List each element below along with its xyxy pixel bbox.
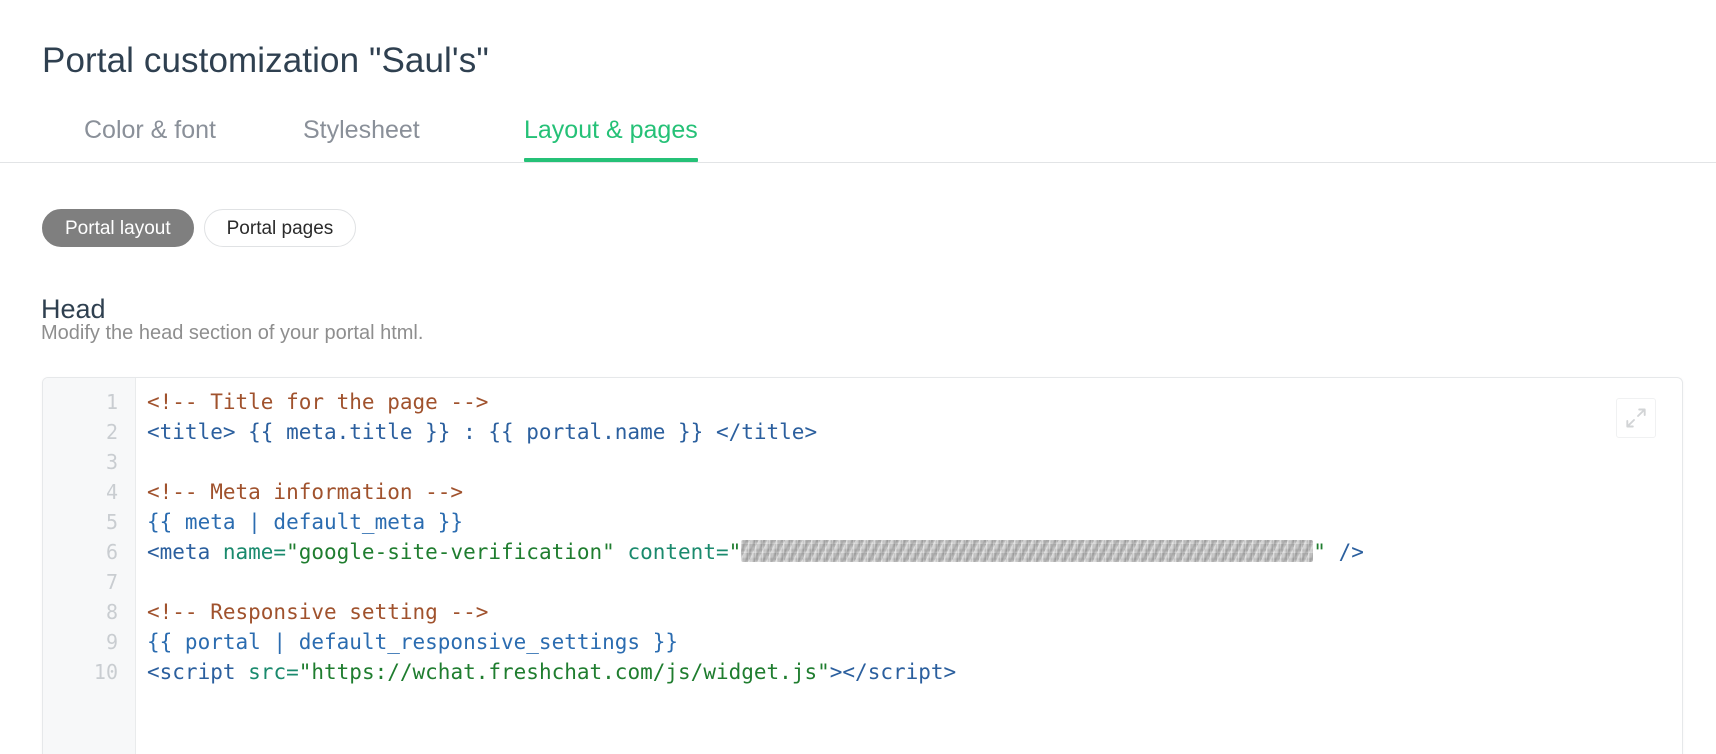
active-tab-indicator [524,158,698,162]
code-tag-close: /> [1325,540,1364,564]
line-number: 5 [105,510,118,534]
code-string: " [728,540,742,564]
code-attribute: content= [614,540,729,564]
code-string: "https://wchat.freshchat.com/js/widget.j… [298,660,830,684]
code-markup: <title> {{ meta.title }} : {{ portal.nam… [147,420,818,444]
section-heading-head: Head [41,294,106,325]
code-line: <!-- Meta information --> [147,477,1682,507]
line-number: 8 [105,600,118,624]
code-attribute: src= [235,660,299,684]
tab-color-and-font[interactable]: Color & font [84,98,216,162]
pill-portal-layout[interactable]: Portal layout [42,209,194,247]
line-number: 2 [105,420,118,444]
code-tag-gt: > [829,660,843,684]
line-number: 10 [93,660,118,684]
editor-code-area[interactable]: <!-- Title for the page --> <title> {{ m… [137,378,1682,754]
line-number: 6 [105,540,118,564]
code-line: {{ meta | default_meta }} [147,507,1682,537]
code-comment: <!-- Title for the page --> [147,390,489,414]
line-number: 9 [105,630,118,654]
tab-label: Color & font [84,116,217,144]
code-template-expression: {{ portal | default_responsive_settings … [147,630,679,654]
tab-label: Layout & pages [524,116,698,144]
pill-portal-pages[interactable]: Portal pages [203,209,357,247]
code-line-meta-verification: <meta name="google-site-verification" co… [147,537,1682,567]
tab-layout-and-pages[interactable]: Layout & pages [524,98,698,162]
line-number: 4 [105,480,118,504]
page-title: Portal customization "Saul's" [42,41,489,81]
code-line-script-tag: <script src="https://wchat.freshchat.com… [147,657,1682,687]
head-code-editor[interactable]: 1 2 3 4 5 6 7 8 9 10 <!-- Title for the … [42,377,1683,754]
code-tag-close: </script> [842,660,957,684]
tab-label: Stylesheet [303,116,420,144]
expand-arrows-icon[interactable] [1616,398,1656,438]
editor-line-number-gutter: 1 2 3 4 5 6 7 8 9 10 [43,378,136,754]
code-comment: <!-- Responsive setting --> [147,600,489,624]
code-template-expression: {{ meta | default_meta }} [147,510,464,534]
code-line: <title> {{ meta.title }} : {{ portal.nam… [147,417,1682,447]
code-string: " [1313,540,1326,564]
line-number: 3 [105,450,118,474]
code-comment: <!-- Meta information --> [147,480,464,504]
portal-customization-page: Portal customization "Saul's" Color & fo… [0,0,1716,754]
code-tag: <meta [147,540,211,564]
code-line: {{ portal | default_responsive_settings … [147,627,1682,657]
code-line: <!-- Responsive setting --> [147,597,1682,627]
layout-mode-toggle-group: Portal layout Portal pages [42,209,357,247]
tab-bar-divider [0,162,1716,163]
section-description: Modify the head section of your portal h… [41,322,424,344]
tab-bar: Color & font Stylesheet Layout & pages [0,98,1716,164]
tab-stylesheet[interactable]: Stylesheet [303,98,420,162]
line-number: 7 [105,570,118,594]
code-line: <!-- Title for the page --> [147,387,1682,417]
code-attribute: name= [210,540,287,564]
redacted-value [741,540,1314,562]
code-tag: <script [147,660,236,684]
line-number: 1 [105,390,118,414]
code-string: "google-site-verification" [286,540,615,564]
